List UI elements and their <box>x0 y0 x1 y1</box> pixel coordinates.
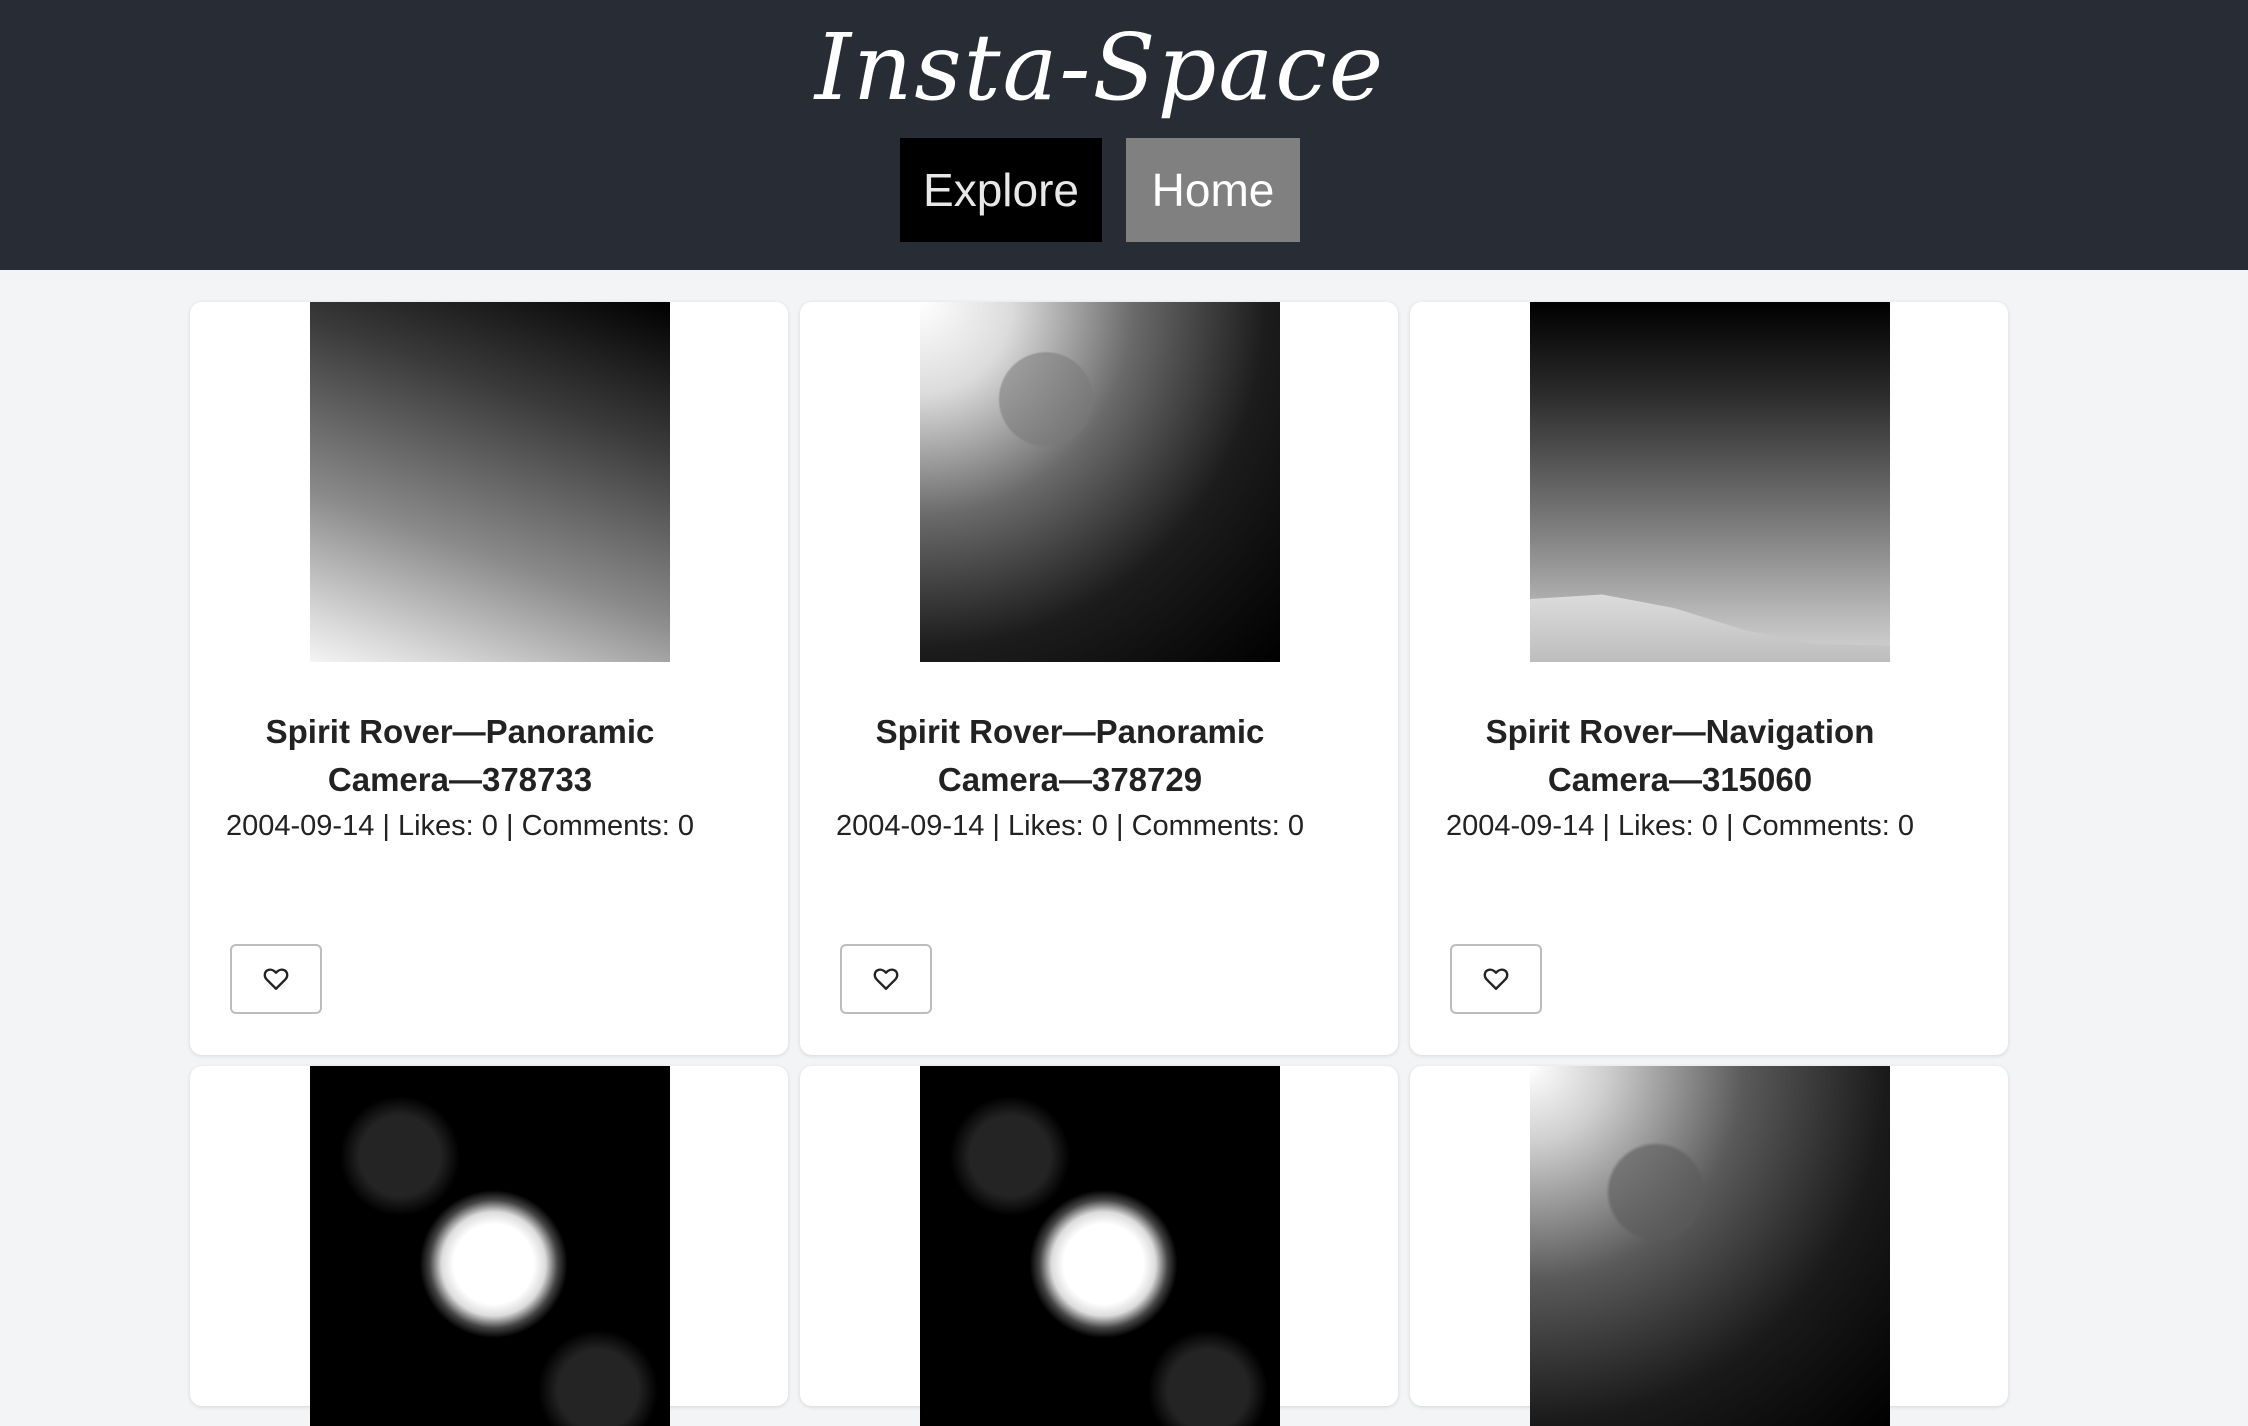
post-card <box>190 1066 788 1426</box>
home-button[interactable]: Home <box>1126 138 1300 242</box>
post-meta: 2004-09-14 | Likes: 0 | Comments: 0 <box>225 810 695 842</box>
post-card: Spirit Rover—Navigation Camera—315060 20… <box>1410 302 2008 1055</box>
app-logo[interactable]: Insta-Space <box>0 14 2200 121</box>
post-photo[interactable] <box>920 1066 1280 1426</box>
post-title: Spirit Rover—Panoramic Camera—378729 <box>875 713 1265 798</box>
post-photo[interactable] <box>1530 302 1890 662</box>
like-button[interactable] <box>1450 944 1542 1014</box>
post-meta: 2004-09-14 | Likes: 0 | Comments: 0 <box>835 810 1305 842</box>
app-header: Insta-Space Explore Home <box>0 0 2248 270</box>
terrain-shape <box>1530 594 1890 662</box>
heart-outline-icon <box>263 968 289 990</box>
post-card: Spirit Rover—Panoramic Camera—378729 200… <box>800 302 1398 1055</box>
post-title: Spirit Rover—Panoramic Camera—378733 <box>265 713 655 798</box>
post-card: Spirit Rover—Panoramic Camera—378733 200… <box>190 302 788 1055</box>
post-photo[interactable] <box>310 1066 670 1426</box>
heart-outline-icon <box>873 968 899 990</box>
post-card <box>1410 1066 2008 1426</box>
post-title: Spirit Rover—Navigation Camera—315060 <box>1485 713 1875 798</box>
post-photo[interactable] <box>310 302 670 662</box>
heart-outline-icon <box>1483 968 1509 990</box>
explore-button[interactable]: Explore <box>900 138 1102 242</box>
post-photo[interactable] <box>1530 1066 1890 1426</box>
like-button[interactable] <box>230 944 322 1014</box>
post-card <box>800 1066 1398 1426</box>
post-photo[interactable] <box>920 302 1280 662</box>
like-button[interactable] <box>840 944 932 1014</box>
post-meta: 2004-09-14 | Likes: 0 | Comments: 0 <box>1445 810 1915 842</box>
